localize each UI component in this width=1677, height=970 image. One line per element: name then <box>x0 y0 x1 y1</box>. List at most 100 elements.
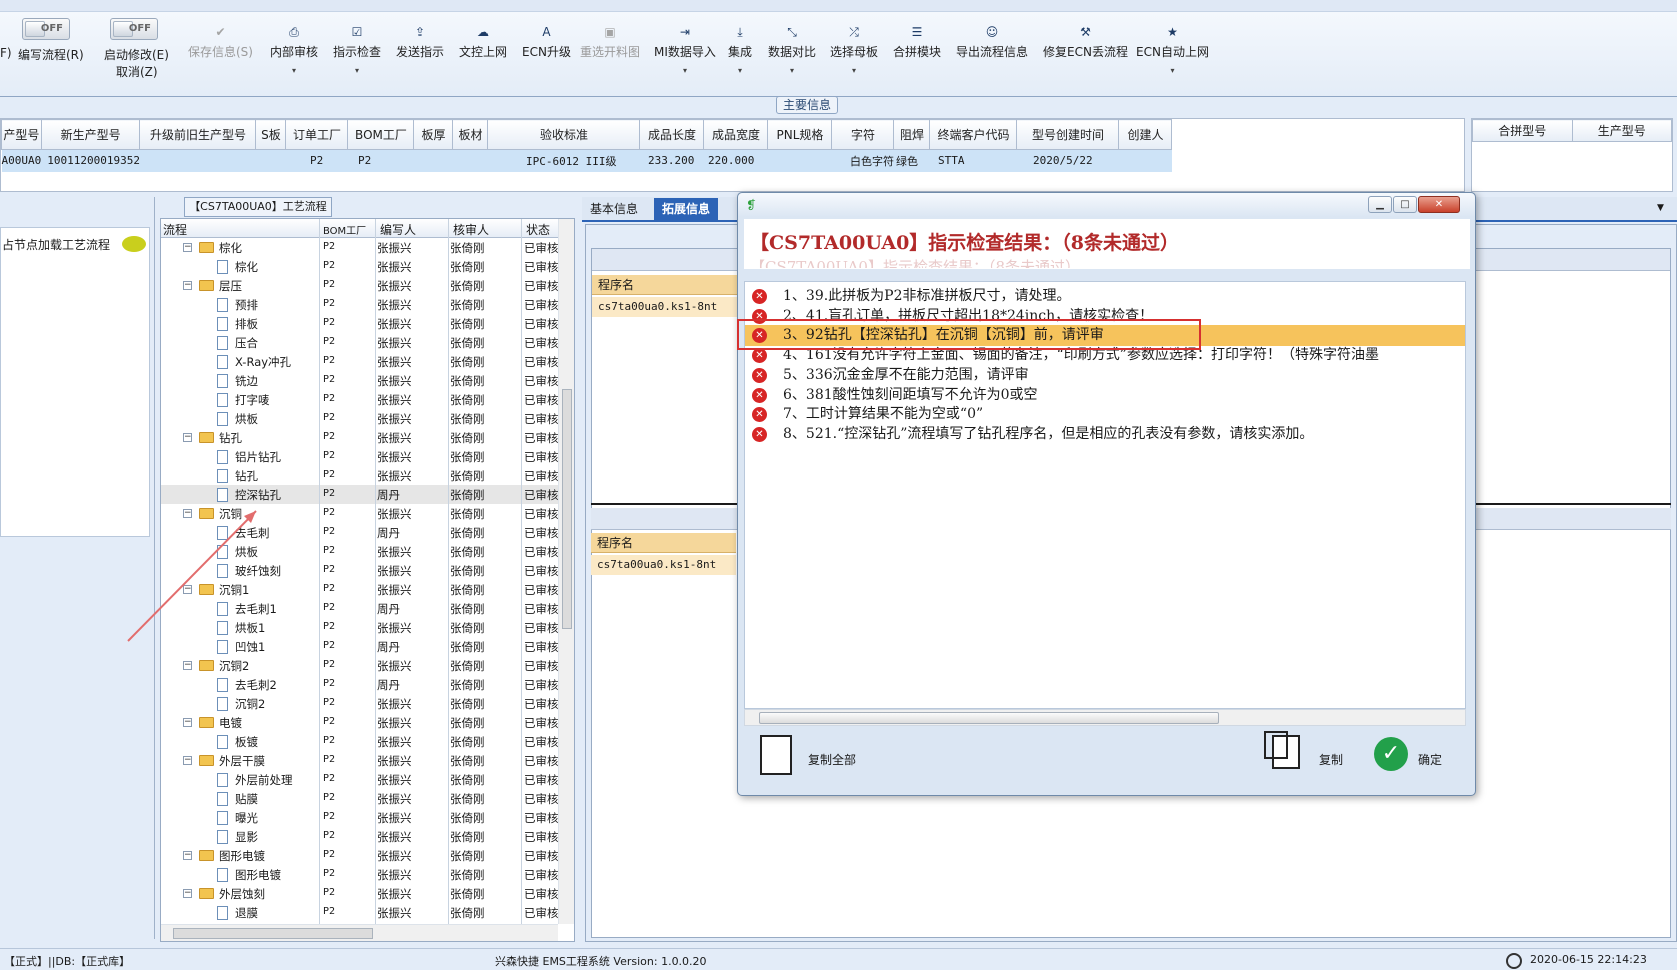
tree-vertical-scrollbar[interactable] <box>558 219 574 924</box>
write-flow-toggle[interactable]: OFF <box>22 18 70 40</box>
column-header[interactable]: 阻焊 <box>893 119 931 150</box>
merge-module-button[interactable]: ☰ 合拼模块 <box>893 24 941 60</box>
tree-row[interactable]: − 外层蚀刻 P2 张振兴 张倚刚 已审核 <box>161 884 561 903</box>
column-header[interactable]: 成品宽度 <box>703 119 769 150</box>
reselect-cutting-map-button[interactable]: ▣ 重选开料图 <box>580 24 640 60</box>
tree-row[interactable]: − 电镀 P2 张振兴 张倚刚 已审核 <box>161 713 561 732</box>
copy-button[interactable]: 复制 <box>1319 751 1343 768</box>
tree-row[interactable]: − 沉铜 P2 张振兴 张倚刚 已审核 <box>161 504 561 523</box>
ecn-auto-online-button[interactable]: ★ ECN自动上网 ▾ <box>1136 24 1209 75</box>
column-header[interactable]: 创建人 <box>1118 119 1173 150</box>
start-modify-label[interactable]: 启动修改(E) <box>104 46 169 63</box>
tree-row[interactable]: − 沉铜2 P2 张振兴 张倚刚 已审核 <box>161 656 561 675</box>
tree-row[interactable]: − 外层干膜 P2 张振兴 张倚刚 已审核 <box>161 751 561 770</box>
table-row[interactable]: A00UA0 10011200019352 P2 P2 IPC-6012 III… <box>1 149 1172 172</box>
send-instruction-button[interactable]: ⇪ 发送指示 <box>396 24 444 60</box>
column-header[interactable]: 编写人 <box>380 221 416 238</box>
dropdown-arrow-icon[interactable]: ▾ <box>830 66 878 75</box>
column-header[interactable]: 订单工厂 <box>285 119 349 150</box>
document-icon[interactable] <box>760 735 792 775</box>
collapse-toggle-icon[interactable]: − <box>183 281 192 290</box>
tree-horizontal-scrollbar[interactable] <box>161 924 558 941</box>
scrollbar-thumb[interactable] <box>173 928 373 939</box>
tab-extended-info[interactable]: 拓展信息 <box>654 198 719 221</box>
chevron-down-icon[interactable]: ▼ <box>1657 203 1664 213</box>
start-modify-toggle[interactable]: OFF <box>110 18 158 40</box>
column-header[interactable]: BOM工厂 <box>347 119 415 150</box>
program-name-value[interactable]: cs7ta00ua0.ks1-8nt <box>592 297 737 317</box>
column-header[interactable]: BOM工厂 <box>323 222 366 237</box>
export-flow-info-button[interactable]: ☺ 导出流程信息 <box>956 24 1028 60</box>
program-name-value[interactable]: cs7ta00ua0.ks1-8nt <box>591 555 736 575</box>
tree-row[interactable]: 铝片钻孔 P2 张振兴 张倚刚 已审核 <box>161 447 561 466</box>
minimize-button[interactable]: ▁ <box>1368 196 1392 213</box>
column-header[interactable]: S板 <box>255 119 287 150</box>
tree-row[interactable]: 沉铜2 P2 张振兴 张倚刚 已审核 <box>161 694 561 713</box>
integrate-button[interactable]: ⤓ 集成 ▾ <box>728 24 752 75</box>
column-header[interactable]: 新生产型号 <box>40 119 141 150</box>
tree-row[interactable]: 打字唛 P2 张振兴 张倚刚 已审核 <box>161 390 561 409</box>
close-button[interactable]: ✕ <box>1418 196 1460 213</box>
dropdown-arrow-icon[interactable]: ▾ <box>333 66 381 75</box>
dropdown-arrow-icon[interactable]: ▾ <box>728 66 752 75</box>
tree-row[interactable]: 外层前处理 P2 张振兴 张倚刚 已审核 <box>161 770 561 789</box>
collapse-toggle-icon[interactable]: − <box>183 889 192 898</box>
column-header[interactable]: 验收标准 <box>487 119 641 150</box>
tree-row[interactable]: 显影 P2 张振兴 张倚刚 已审核 <box>161 827 561 846</box>
collapse-toggle-icon[interactable]: − <box>183 851 192 860</box>
column-header[interactable]: 板材 <box>452 119 489 150</box>
tree-row[interactable]: 玻纤蚀刻 P2 张振兴 张倚刚 已审核 <box>161 561 561 580</box>
write-flow-label[interactable]: 编写流程(R) <box>18 46 84 63</box>
maximize-button[interactable]: □ <box>1393 196 1417 213</box>
tree-row[interactable]: 图形电镀 P2 张振兴 张倚刚 已审核 <box>161 865 561 884</box>
select-mother-board-button[interactable]: ⤮ 选择母板 ▾ <box>830 24 878 75</box>
tree-row[interactable]: − 沉铜1 P2 张振兴 张倚刚 已审核 <box>161 580 561 599</box>
message-row[interactable]: ✕ 5、336沉金金厚不在能力范围，请评审 <box>745 365 1465 386</box>
column-header[interactable]: 产型号 <box>1 119 42 150</box>
mi-data-import-button[interactable]: ⇥ MI数据导入 ▾ <box>654 24 716 75</box>
tree-row[interactable]: 压合 P2 张振兴 张倚刚 已审核 <box>161 333 561 352</box>
tree-row[interactable]: 曝光 P2 张振兴 张倚刚 已审核 <box>161 808 561 827</box>
tree-row[interactable]: 排板 P2 张振兴 张倚刚 已审核 <box>161 314 561 333</box>
collapse-toggle-icon[interactable]: − <box>183 509 192 518</box>
tree-row[interactable]: 棕化 P2 张振兴 张倚刚 已审核 <box>161 257 561 276</box>
tree-row[interactable]: − 图形电镀 P2 张振兴 张倚刚 已审核 <box>161 846 561 865</box>
tree-row[interactable]: 控深钻孔 P2 周丹 张倚刚 已审核 <box>161 485 561 504</box>
tree-row[interactable]: 去毛刺 P2 周丹 张倚刚 已审核 <box>161 523 561 542</box>
internal-review-button[interactable]: ⎙ 内部审核 ▾ <box>270 24 318 75</box>
data-compare-button[interactable]: ⤡ 数据对比 ▾ <box>768 24 816 75</box>
scrollbar-thumb[interactable] <box>759 712 1219 724</box>
message-row[interactable]: ✕ 8、521.“控深钻孔”流程填写了钻孔程序名，但是相应的孔表没有参数，请核实添… <box>745 424 1465 445</box>
column-header[interactable]: 合拼型号 <box>1472 119 1573 142</box>
tree-row[interactable]: 去毛刺1 P2 周丹 张倚刚 已审核 <box>161 599 561 618</box>
tree-row[interactable]: 凹蚀1 P2 周丹 张倚刚 已审核 <box>161 637 561 656</box>
collapse-toggle-icon[interactable]: − <box>183 756 192 765</box>
message-row[interactable]: ✕ 1、39.此拼板为P2非标准拼板尺寸，请处理。 <box>745 286 1465 307</box>
tree-row[interactable]: − 钻孔 P2 张振兴 张倚刚 已审核 <box>161 428 561 447</box>
column-header[interactable]: 终端客户代码 <box>929 119 1018 150</box>
tree-row[interactable]: X-Ray冲孔 P2 张振兴 张倚刚 已审核 <box>161 352 561 371</box>
tree-row[interactable]: 退膜 P2 张振兴 张倚刚 已审核 <box>161 903 561 922</box>
ecn-upgrade-button[interactable]: A ECN升级 <box>522 24 571 60</box>
tree-row[interactable]: 预排 P2 张振兴 张倚刚 已审核 <box>161 295 561 314</box>
cancel-label[interactable]: 取消(Z) <box>116 63 158 80</box>
message-row[interactable]: ✕ 6、381酸性蚀刻间距填写不允许为0或空 <box>745 385 1465 406</box>
column-header[interactable]: 字符 <box>831 119 895 150</box>
copy-all-button[interactable]: 复制全部 <box>808 751 856 768</box>
collapse-toggle-icon[interactable]: − <box>183 585 192 594</box>
collapse-toggle-icon[interactable]: − <box>183 243 192 252</box>
column-header[interactable]: 流程 <box>163 221 187 238</box>
ok-check-icon[interactable]: ✓ <box>1374 737 1408 771</box>
column-header[interactable]: 板厚 <box>413 119 454 150</box>
dropdown-arrow-icon[interactable]: ▾ <box>1136 66 1209 75</box>
tree-row[interactable]: 贴膜 P2 张振兴 张倚刚 已审核 <box>161 789 561 808</box>
speech-bubble-icon[interactable] <box>122 236 146 252</box>
tree-row[interactable]: 板镀 P2 张振兴 张倚刚 已审核 <box>161 732 561 751</box>
save-info-button[interactable]: ✔ 保存信息(S) <box>188 24 253 60</box>
column-header[interactable]: 核审人 <box>453 221 489 238</box>
tree-row[interactable]: 铣边 P2 张振兴 张倚刚 已审核 <box>161 371 561 390</box>
column-header[interactable]: 升级前旧生产型号 <box>139 119 257 150</box>
dropdown-arrow-icon[interactable]: ▾ <box>768 66 816 75</box>
column-header[interactable]: 状态 <box>526 221 550 238</box>
tree-row[interactable]: 烘板 P2 张振兴 张倚刚 已审核 <box>161 542 561 561</box>
